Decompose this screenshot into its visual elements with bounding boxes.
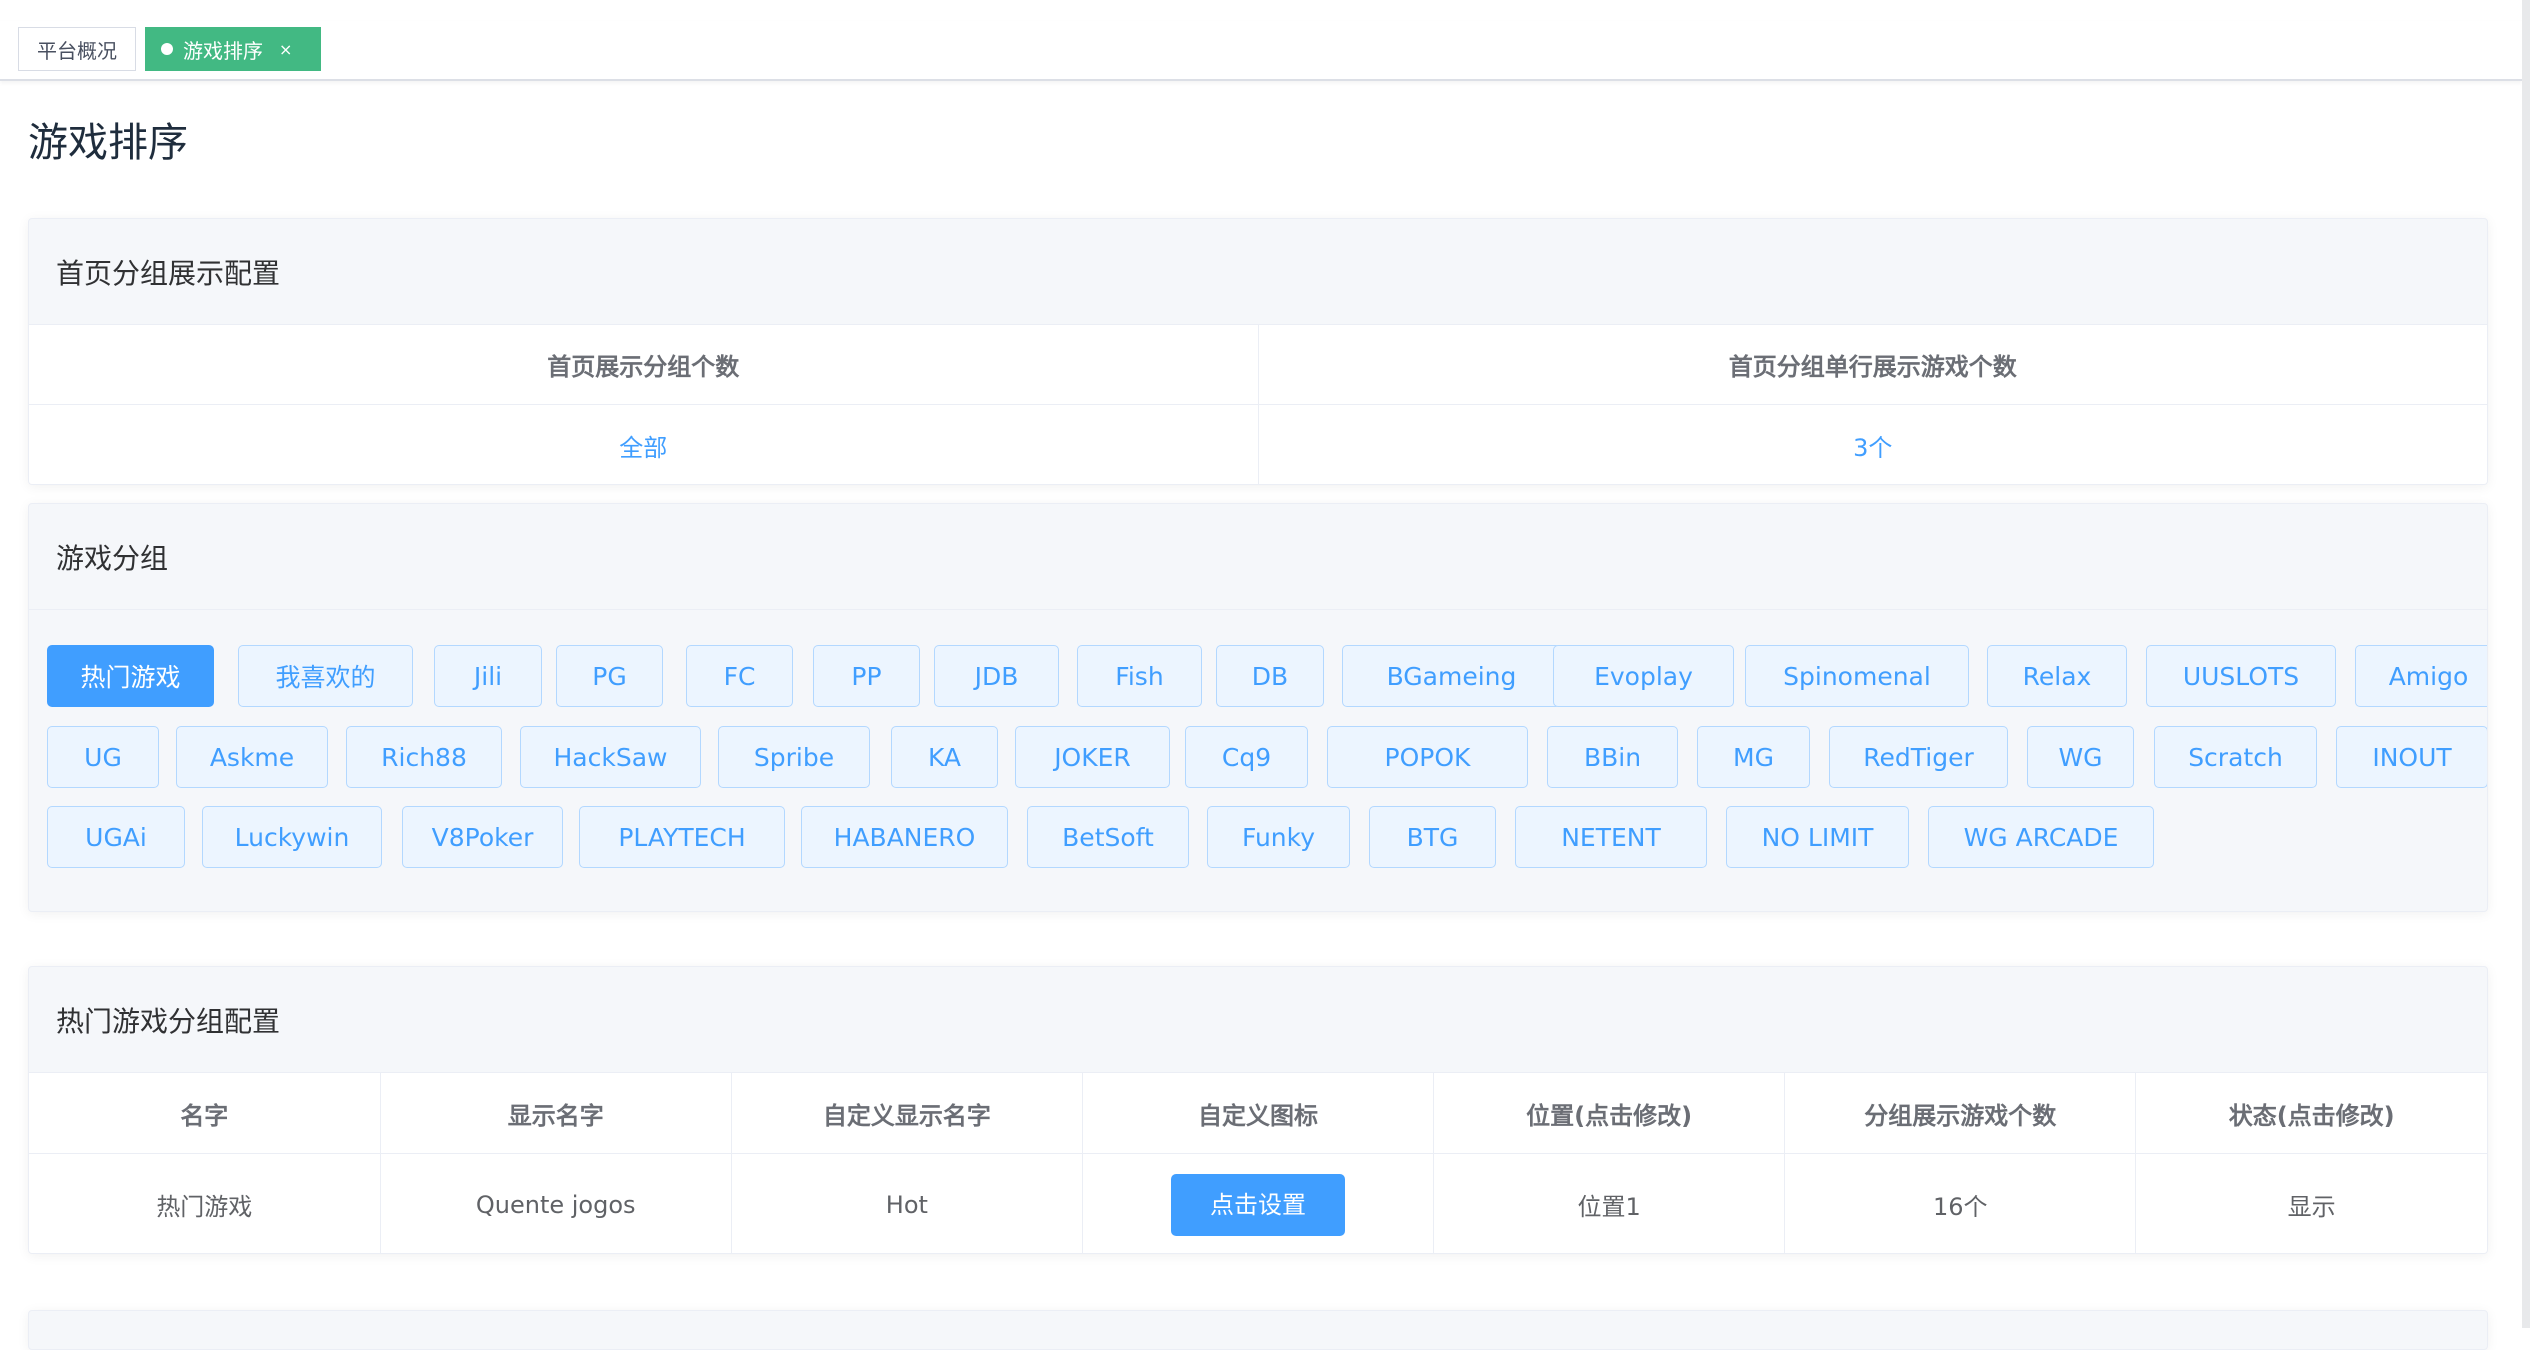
- game-group-button[interactable]: PLAYTECH: [579, 806, 785, 868]
- next-config-card: [28, 1310, 2488, 1350]
- game-group-button[interactable]: 我喜欢的: [238, 645, 413, 707]
- game-group-button[interactable]: KA: [891, 726, 998, 788]
- tab-label: 游戏排序: [183, 38, 263, 63]
- set-icon-button[interactable]: 点击设置: [1170, 1173, 1345, 1236]
- game-group-button[interactable]: UG: [47, 726, 159, 788]
- game-group-button[interactable]: V8Poker: [402, 806, 563, 868]
- column-header: 位置(点击修改): [1433, 1073, 1786, 1154]
- column-header: 状态(点击修改): [2135, 1073, 2487, 1154]
- game-group-button[interactable]: Evoplay: [1553, 645, 1734, 707]
- position-link[interactable]: 位置1: [1433, 1153, 1786, 1253]
- game-group-button[interactable]: Spribe: [718, 726, 870, 788]
- game-count-link[interactable]: 16个: [1784, 1153, 2137, 1253]
- display-name: Quente jogos: [380, 1153, 732, 1253]
- status-toggle[interactable]: 显示: [2135, 1153, 2487, 1253]
- game-group-button[interactable]: Luckywin: [202, 806, 382, 868]
- custom-name-link[interactable]: Hot: [731, 1153, 1083, 1253]
- game-group-button[interactable]: WG ARCADE: [1928, 806, 2154, 868]
- homepage-config-card: 首页分组展示配置 首页展示分组个数 首页分组单行展示游戏个数 全部 3个: [28, 218, 2488, 485]
- table-row: 热门游戏 Quente jogos Hot 点击设置 位置1 16个 显示: [29, 1153, 2487, 1253]
- card-title: 首页分组展示配置: [29, 219, 2487, 325]
- game-group-button[interactable]: Spinomenal: [1745, 645, 1969, 707]
- tags-view: 平台概况 游戏排序 ×: [0, 21, 2522, 81]
- game-group-button[interactable]: HackSaw: [520, 726, 701, 788]
- game-group-button[interactable]: Relax: [1987, 645, 2127, 707]
- column-header: 首页分组单行展示游戏个数: [1258, 325, 2487, 405]
- game-group-button[interactable]: BGameing: [1342, 645, 1561, 707]
- game-group-button[interactable]: HABANERO: [801, 806, 1008, 868]
- custom-icon-cell: 点击设置: [1082, 1153, 1435, 1253]
- column-header: 自定义显示名字: [731, 1073, 1083, 1154]
- game-group-button[interactable]: BetSoft: [1027, 806, 1189, 868]
- active-dot-icon: [161, 43, 173, 55]
- game-group-button[interactable]: RedTiger: [1829, 726, 2008, 788]
- game-group-button[interactable]: JOKER: [1015, 726, 1170, 788]
- game-group-button[interactable]: BBin: [1547, 726, 1678, 788]
- homepage-config-table: 首页展示分组个数 首页分组单行展示游戏个数 全部 3个: [29, 325, 2487, 484]
- group-count-value[interactable]: 全部: [29, 404, 1259, 484]
- group-name: 热门游戏: [29, 1153, 381, 1253]
- games-per-row-value[interactable]: 3个: [1258, 404, 2487, 484]
- game-group-button[interactable]: DB: [1216, 645, 1324, 707]
- game-group-button[interactable]: 热门游戏: [47, 645, 214, 707]
- top-header: [0, 0, 2522, 23]
- tab-platform-overview[interactable]: 平台概况: [18, 27, 136, 71]
- game-group-button[interactable]: WG: [2027, 726, 2134, 788]
- column-header: 自定义图标: [1082, 1073, 1435, 1154]
- game-group-button[interactable]: Scratch: [2154, 726, 2317, 788]
- hot-config-card: 热门游戏分组配置 名字 显示名字 自定义显示名字 自定义图标 位置(点击修改) …: [28, 966, 2488, 1254]
- game-group-button[interactable]: MG: [1697, 726, 1810, 788]
- game-group-button[interactable]: PG: [556, 645, 663, 707]
- card-title: 热门游戏分组配置: [29, 967, 2487, 1073]
- game-group-button[interactable]: FC: [686, 645, 793, 707]
- game-group-button[interactable]: NO LIMIT: [1726, 806, 1909, 868]
- game-group-button[interactable]: Amigo: [2355, 645, 2487, 707]
- game-group-button[interactable]: Jili: [434, 645, 542, 707]
- column-header: 首页展示分组个数: [29, 325, 1259, 405]
- game-group-list: 热门游戏 我喜欢的 Jili PG FC PP JDB Fish DB BGameing Evopl…: [29, 610, 2487, 911]
- game-group-button[interactable]: INOUT: [2336, 726, 2487, 788]
- tab-game-sort[interactable]: 游戏排序 ×: [145, 27, 321, 71]
- game-group-button[interactable]: Cq9: [1185, 726, 1308, 788]
- game-group-button[interactable]: Funky: [1207, 806, 1350, 868]
- game-group-button[interactable]: UUSLOTS: [2146, 645, 2336, 707]
- game-groups-card: 游戏分组 热门游戏 我喜欢的 Jili PG FC PP JDB Fish DB BGameing…: [28, 503, 2488, 912]
- game-group-button[interactable]: Fish: [1077, 645, 1202, 707]
- page-title: 游戏排序: [28, 120, 188, 166]
- game-group-button[interactable]: Rich88: [346, 726, 502, 788]
- card-title: 游戏分组: [29, 504, 2487, 610]
- column-header: 分组展示游戏个数: [1784, 1073, 2137, 1154]
- game-group-button[interactable]: POPOK: [1327, 726, 1528, 788]
- column-header: 显示名字: [380, 1073, 732, 1154]
- game-group-button[interactable]: Askme: [176, 726, 328, 788]
- game-group-button[interactable]: PP: [813, 645, 920, 707]
- game-group-button[interactable]: NETENT: [1515, 806, 1707, 868]
- scrollbar[interactable]: [2522, 0, 2530, 1328]
- hot-config-table: 名字 显示名字 自定义显示名字 自定义图标 位置(点击修改) 分组展示游戏个数 …: [29, 1073, 2487, 1253]
- game-group-button[interactable]: UGAi: [47, 806, 185, 868]
- close-icon[interactable]: ×: [279, 40, 292, 59]
- game-group-button[interactable]: JDB: [934, 645, 1059, 707]
- column-header: 名字: [29, 1073, 381, 1154]
- game-group-button[interactable]: BTG: [1369, 806, 1496, 868]
